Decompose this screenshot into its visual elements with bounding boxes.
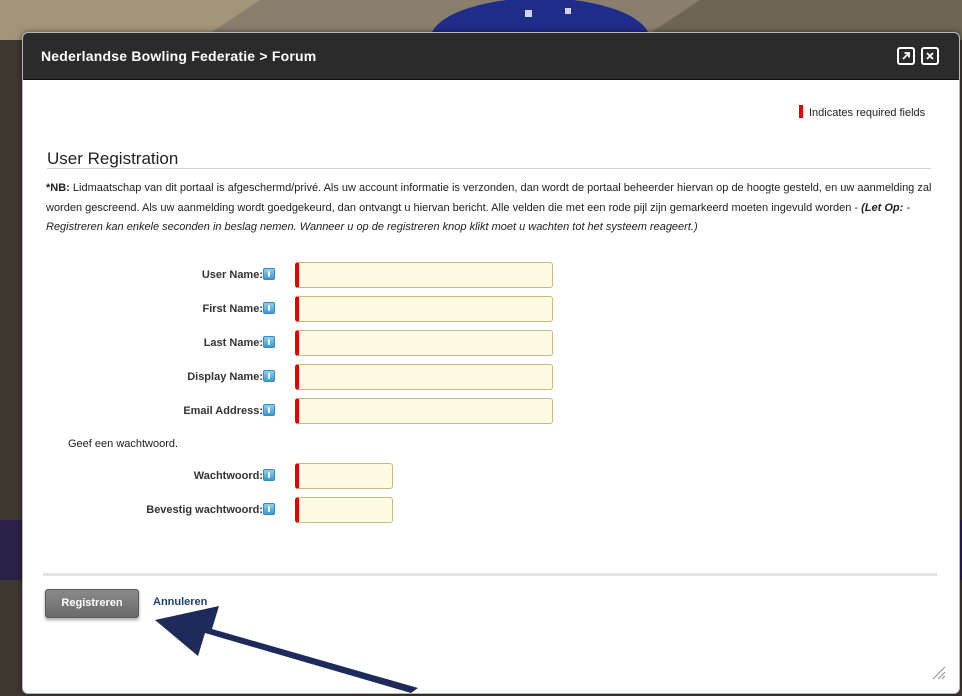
cancel-link[interactable]: Annuleren (153, 596, 207, 608)
required-fields-note: Indicates required fields (799, 105, 925, 119)
email-input[interactable] (295, 398, 553, 424)
confirm-password-label: Bevestig wachtwoord: (146, 504, 263, 516)
displayname-input[interactable] (295, 364, 553, 390)
field-row-confirm-password: Bevestig wachtwoord: (23, 497, 959, 525)
footer-divider (43, 573, 937, 576)
password-input[interactable] (295, 463, 393, 489)
help-icon[interactable] (263, 469, 275, 481)
dialog-title: Nederlandse Bowling Federatie > Forum (41, 48, 317, 64)
required-note-text: Indicates required fields (809, 107, 926, 119)
notice-paragraph: *NB: Lidmaatschap van dit portaal is afg… (46, 179, 936, 238)
notice-prefix: *NB: (46, 182, 70, 194)
close-button[interactable] (921, 47, 939, 65)
field-row-email: Email Address: (23, 398, 959, 426)
field-row-firstname: First Name: (23, 296, 959, 324)
lastname-input[interactable] (295, 330, 553, 356)
page-heading: User Registration (47, 149, 179, 168)
dialog-titlebar: Nederlandse Bowling Federatie > Forum (23, 33, 959, 80)
maximize-button[interactable] (897, 47, 915, 65)
displayname-label: Display Name: (187, 371, 263, 383)
notice-body: Lidmaatschap van dit portaal is afgesche… (46, 182, 932, 214)
help-icon[interactable] (263, 404, 275, 416)
password-intro: Geef een wachtwoord. (68, 438, 179, 450)
field-row-password: Wachtwoord: (23, 463, 959, 491)
help-icon[interactable] (263, 268, 275, 280)
resize-grip-icon[interactable] (927, 661, 947, 681)
registration-dialog: Nederlandse Bowling Federatie > Forum In… (22, 32, 960, 694)
close-icon (926, 52, 934, 60)
help-icon[interactable] (263, 336, 275, 348)
required-marker (799, 105, 803, 118)
field-row-displayname: Display Name: (23, 364, 959, 392)
firstname-label: First Name: (202, 303, 263, 315)
confirm-password-input[interactable] (295, 497, 393, 523)
firstname-input[interactable] (295, 296, 553, 322)
help-icon[interactable] (263, 302, 275, 314)
maximize-icon (902, 52, 910, 60)
password-label: Wachtwoord: (193, 470, 263, 482)
notice-letop: (Let Op: (861, 201, 904, 214)
register-button[interactable]: Registreren (45, 589, 139, 618)
help-icon[interactable] (263, 503, 275, 515)
field-row-username: User Name: (23, 262, 959, 290)
username-input[interactable] (295, 262, 553, 288)
email-label: Email Address: (183, 405, 263, 417)
username-label: User Name: (201, 269, 263, 281)
heading-divider (47, 168, 931, 169)
field-row-lastname: Last Name: (23, 330, 959, 358)
lastname-label: Last Name: (203, 337, 263, 349)
help-icon[interactable] (263, 370, 275, 382)
